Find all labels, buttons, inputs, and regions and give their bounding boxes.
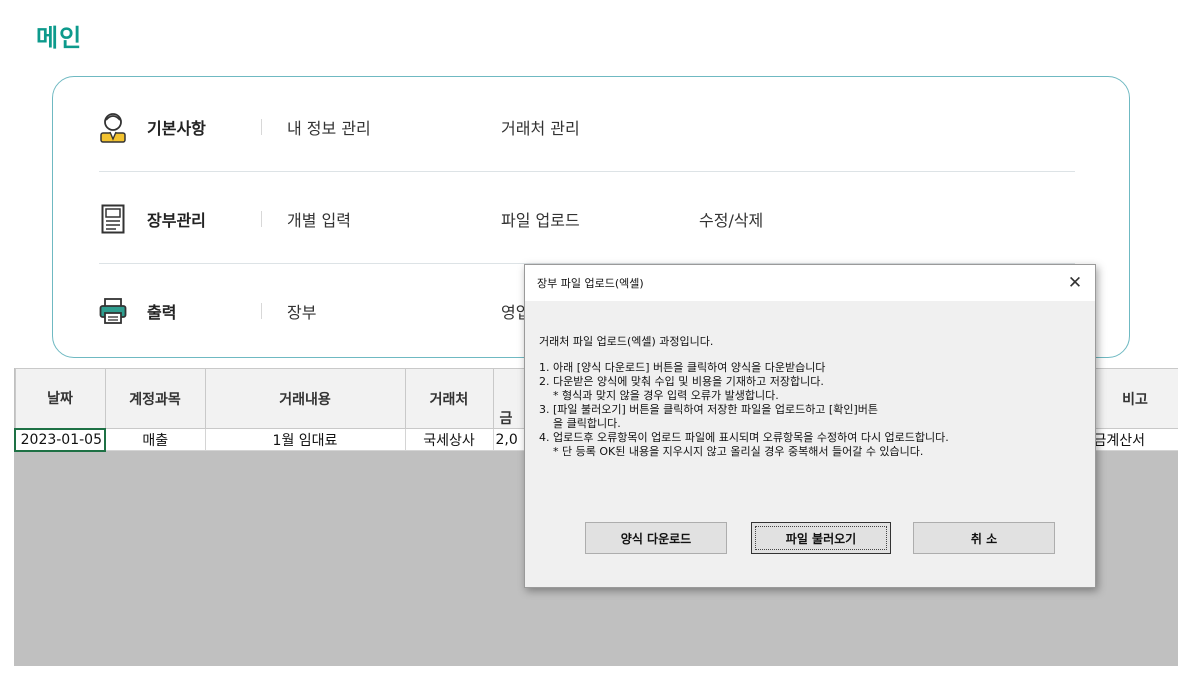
instruction-line: * 형식과 맞지 않을 경우 입력 오류가 발생합니다. bbox=[539, 389, 779, 402]
dialog-intro: 거래처 파일 업로드(엑셀) 과정입니다. bbox=[539, 335, 714, 348]
cell-account[interactable]: 매출 bbox=[104, 428, 206, 451]
download-template-button[interactable]: 양식 다운로드 bbox=[585, 522, 727, 554]
dialog-titlebar[interactable]: 장부 파일 업로드(엑셀) ✕ bbox=[525, 265, 1095, 301]
link-partner-manage[interactable]: 거래처 관리 bbox=[501, 115, 580, 139]
instruction-line: 1. 아래 [양식 다운로드] 버튼을 클릭하여 양식을 다운받습니다 bbox=[539, 361, 826, 374]
person-icon bbox=[99, 110, 127, 144]
dialog-title: 장부 파일 업로드(엑셀) bbox=[537, 277, 644, 290]
cancel-button[interactable]: 취 소 bbox=[913, 522, 1055, 554]
header-account: 계정과목 bbox=[104, 368, 206, 429]
instruction-line: 3. [파일 불러오기] 버튼을 클릭하여 저장한 파일을 업로드하고 [확인]… bbox=[539, 403, 878, 416]
link-ledger-print[interactable]: 장부 bbox=[287, 299, 316, 323]
row-separator bbox=[99, 171, 1075, 172]
close-icon[interactable]: ✕ bbox=[1065, 273, 1085, 293]
printer-icon bbox=[99, 294, 127, 328]
instruction-line: 4. 업로드후 오류항목이 업로드 파일에 표시되며 오류항목을 수정하여 다시… bbox=[539, 431, 949, 444]
link-single-entry[interactable]: 개별 입력 bbox=[287, 207, 351, 231]
header-amount-label: 금 bbox=[499, 411, 513, 427]
menu-row-basic: 기본사항 내 정보 관리 거래처 관리 bbox=[99, 97, 1075, 157]
divider bbox=[261, 119, 262, 135]
divider bbox=[261, 303, 262, 319]
divider bbox=[261, 211, 262, 227]
link-edit-delete[interactable]: 수정/삭제 bbox=[699, 207, 763, 231]
cell-remark[interactable]: 금계산서 bbox=[1090, 428, 1178, 451]
header-date: 날짜 bbox=[14, 368, 106, 429]
instruction-line: 을 클릭합니다. bbox=[539, 417, 621, 430]
category-label-basic: 기본사항 bbox=[147, 119, 206, 138]
instruction-line: * 단 등록 OK된 내용을 지우시지 않고 올리실 경우 중복해서 들어갈 수… bbox=[539, 445, 924, 458]
link-file-upload[interactable]: 파일 업로드 bbox=[501, 207, 580, 231]
header-content: 거래내용 bbox=[204, 368, 406, 429]
upload-dialog: 장부 파일 업로드(엑셀) ✕ 거래처 파일 업로드(엑셀) 과정입니다. 1.… bbox=[524, 264, 1096, 588]
menu-row-ledger: 장부관리 개별 입력 파일 업로드 수정/삭제 bbox=[99, 189, 1075, 249]
cell-content[interactable]: 1월 임대료 bbox=[204, 428, 406, 451]
ledger-icon bbox=[99, 202, 127, 236]
cell-date[interactable]: 2023-01-05 bbox=[14, 427, 106, 452]
page-title: 메인 bbox=[36, 24, 83, 52]
load-file-button[interactable]: 파일 불러오기 bbox=[751, 522, 891, 554]
instruction-line: 2. 다운받은 양식에 맞춰 수입 및 비용을 기재하고 저장합니다. bbox=[539, 375, 824, 388]
cell-partner[interactable]: 국세상사 bbox=[404, 428, 494, 451]
dialog-instructions: 거래처 파일 업로드(엑셀) 과정입니다. 1. 아래 [양식 다운로드] 버튼… bbox=[539, 335, 1089, 459]
category-label-ledger: 장부관리 bbox=[147, 211, 206, 230]
category-label-output: 출력 bbox=[147, 303, 177, 322]
header-partner: 거래처 bbox=[404, 368, 494, 429]
focus-ring bbox=[755, 526, 887, 550]
header-remark: 비고 bbox=[1090, 368, 1178, 429]
link-my-info[interactable]: 내 정보 관리 bbox=[287, 115, 371, 139]
